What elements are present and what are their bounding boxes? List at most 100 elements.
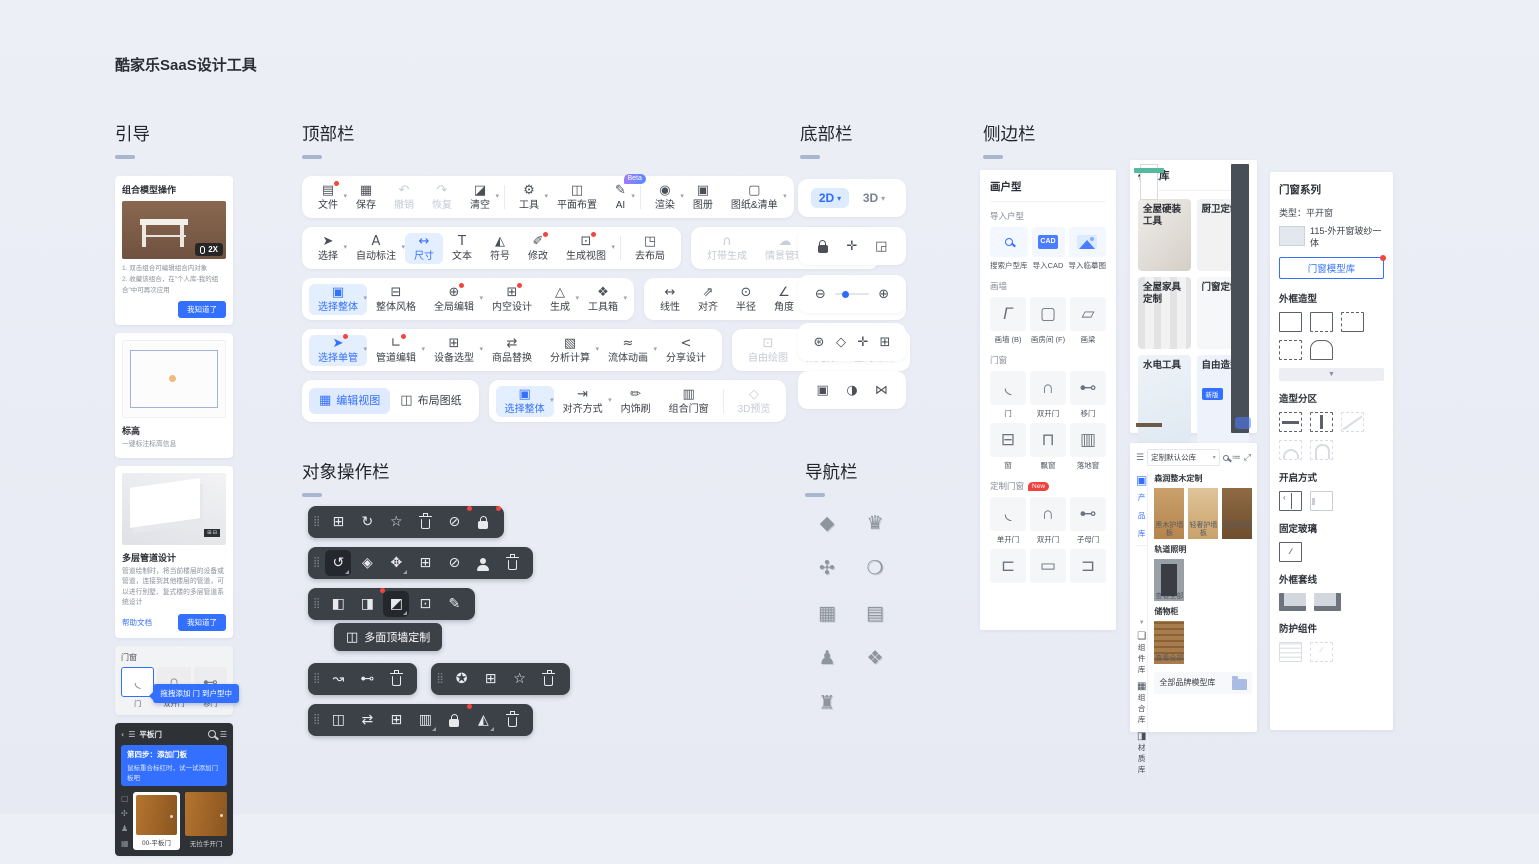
- shape-swatch[interactable]: [1279, 542, 1302, 562]
- topbar-item[interactable]: △ 生成 ▾: [541, 284, 579, 315]
- object-bar-button[interactable]: ▥: [412, 707, 438, 733]
- object-bar-button[interactable]: [536, 666, 562, 692]
- object-bar-button[interactable]: ⊘: [441, 509, 467, 535]
- topbar-item[interactable]: ⊞ 内空设计: [483, 284, 541, 315]
- zoom-slider-knob[interactable]: [842, 291, 849, 298]
- object-bar-button[interactable]: ⊘: [441, 550, 467, 576]
- catalog-product[interactable]: 轻奢护墙板: [1188, 488, 1218, 539]
- shape-swatch[interactable]: [1279, 340, 1302, 360]
- topbar-item[interactable]: ↔ 线性: [651, 284, 689, 315]
- topbar-item[interactable]: ❖ 工具箱 ▾: [579, 284, 627, 315]
- topbar-item[interactable]: < 分享设计: [657, 335, 715, 366]
- back-icon[interactable]: ‹: [121, 730, 124, 739]
- panel-item[interactable]: ▢ 画房间 (F): [1030, 297, 1066, 345]
- object-bar-button[interactable]: ✪: [449, 666, 475, 692]
- topbar-item[interactable]: ▤ 文件 ▾: [309, 182, 347, 213]
- drag-handle-icon[interactable]: ⣿: [313, 558, 320, 568]
- got-it-button[interactable]: 我知道了: [178, 614, 226, 631]
- object-bar-button[interactable]: [499, 707, 525, 733]
- catalog-rail-item[interactable]: [1136, 583, 1147, 590]
- window-library-button[interactable]: 门窗模型库: [1279, 257, 1384, 279]
- selected-product[interactable]: 115-外开窗玻纱一体: [1279, 226, 1384, 249]
- door-item[interactable]: ◟ 门: [121, 667, 154, 709]
- shape-swatch[interactable]: [1341, 312, 1364, 332]
- topbar-item[interactable]: ➤ 选择单管 ▾: [309, 335, 367, 366]
- zoom-in-button[interactable]: ⊕: [874, 284, 894, 304]
- topbar-item[interactable]: ∟ 管道编辑 ▾: [367, 335, 425, 366]
- shape-swatch[interactable]: [1310, 642, 1333, 662]
- object-bar-button[interactable]: ↺: [325, 550, 351, 576]
- shape-swatch[interactable]: [1279, 593, 1306, 611]
- panel-item[interactable]: ⊓ 飘窗: [1030, 423, 1066, 471]
- panel-item[interactable]: ⊷ 移门: [1070, 371, 1106, 419]
- panel-item[interactable]: ◟ 门: [990, 371, 1026, 419]
- shape-swatch[interactable]: [1279, 440, 1302, 460]
- topbar-item[interactable]: ⇗ 对齐: [689, 284, 727, 315]
- object-bar-button[interactable]: ↻: [354, 509, 380, 535]
- navbar-button[interactable]: ◆: [810, 508, 844, 538]
- catalog-rail-item[interactable]: [1136, 611, 1147, 618]
- catalog-rail-item[interactable]: [1136, 597, 1147, 604]
- topbar-item[interactable]: ▢ 图纸&清单 ▾: [722, 182, 787, 213]
- catalog-rail-item[interactable]: [1136, 604, 1147, 611]
- shape-swatch[interactable]: [1310, 440, 1333, 460]
- catalog-rail-item[interactable]: [1136, 562, 1147, 569]
- drag-handle-icon[interactable]: ⣿: [313, 674, 320, 684]
- topbar-item[interactable]: ➤ 选择 ▾: [309, 233, 347, 264]
- topbar-item[interactable]: ▦ 保存: [347, 182, 385, 213]
- bottombar-button[interactable]: ✛: [853, 332, 873, 352]
- panel-item[interactable]: 导入CAD: [1032, 227, 1065, 271]
- panel-item[interactable]: ⊏: [990, 549, 1026, 594]
- door-thumbnail[interactable]: 00-平板门: [133, 792, 181, 850]
- object-bar-button[interactable]: [470, 550, 496, 576]
- panel-item[interactable]: ◟ 单开门: [990, 497, 1026, 545]
- navbar-button[interactable]: ▦: [810, 598, 844, 628]
- shape-swatch[interactable]: [1314, 593, 1341, 611]
- topbar-item[interactable]: ▥ 组合门窗: [660, 386, 718, 417]
- cabinet-icon[interactable]: ▦: [121, 839, 129, 848]
- bottombar-button[interactable]: ▣: [813, 380, 833, 400]
- object-bar-button[interactable]: ↝: [325, 666, 351, 692]
- shape-swatch[interactable]: [1341, 412, 1364, 432]
- search-icon[interactable]: [1223, 455, 1229, 461]
- panel-item[interactable]: Γ 画墙 (B): [990, 297, 1026, 345]
- object-bar-button[interactable]: ◭: [470, 707, 496, 733]
- collapse-bar[interactable]: ▼: [1279, 368, 1384, 381]
- rail-product-library[interactable]: ▣ 产品库: [1136, 471, 1147, 546]
- panel-item[interactable]: ▱ 画梁: [1070, 297, 1106, 345]
- bottombar-button[interactable]: ⊛: [809, 332, 829, 352]
- topbar-item[interactable]: ◪ 清空 ▾: [461, 182, 499, 213]
- topbar-item[interactable]: ≈ 流体动画 ▾: [599, 335, 657, 366]
- library-select[interactable]: 定制默认公库▾: [1147, 449, 1220, 466]
- shape-swatch[interactable]: [1279, 491, 1302, 511]
- bottombar-button[interactable]: ⊞: [875, 332, 895, 352]
- topbar-item[interactable]: ✏ 内饰刷: [612, 386, 660, 417]
- topbar-item[interactable]: ✐ 修改: [519, 233, 557, 264]
- topbar-item[interactable]: ⇄ 商品替换: [483, 335, 541, 366]
- topbar-item[interactable]: ⊞ 设备选型 ▾: [425, 335, 483, 366]
- catalog-rail-library[interactable]: ◨ 材质库: [1136, 728, 1147, 778]
- filter-icon[interactable]: ≔: [1232, 453, 1241, 463]
- bottombar-button[interactable]: ◑: [842, 380, 862, 400]
- object-bar-button[interactable]: ✥: [383, 550, 409, 576]
- catalog-rail-library[interactable]: ❑ 组件库: [1136, 628, 1147, 678]
- catalog-rail-item[interactable]: [1136, 576, 1147, 583]
- object-bar-button[interactable]: ⊞: [383, 707, 409, 733]
- panel-item[interactable]: 导入临摹图: [1069, 227, 1107, 271]
- bottombar-button[interactable]: ✛: [842, 236, 862, 256]
- navbar-button[interactable]: ▤: [858, 598, 892, 628]
- help-doc-link[interactable]: 帮助文档: [122, 617, 152, 628]
- bottombar-button[interactable]: ◇: [831, 332, 851, 352]
- catalog-rail-library[interactable]: ▦ 组合库: [1136, 678, 1147, 728]
- navbar-button[interactable]: ♟: [810, 643, 844, 673]
- catalog-rail-item[interactable]: [1136, 548, 1147, 555]
- user-icon[interactable]: ♟: [121, 824, 129, 833]
- shape-swatch[interactable]: [1279, 312, 1302, 332]
- object-bar-button[interactable]: ⊞: [325, 509, 351, 535]
- navbar-button[interactable]: ♛: [858, 508, 892, 538]
- object-bar-button[interactable]: [441, 707, 467, 733]
- catalog-product[interactable]: 黑木护墙板: [1154, 488, 1184, 539]
- panel-item[interactable]: ▭: [1030, 549, 1066, 594]
- list-icon[interactable]: ☰: [1136, 453, 1144, 463]
- topbar-item[interactable]: ⊕ 全局编辑 ▾: [425, 284, 483, 315]
